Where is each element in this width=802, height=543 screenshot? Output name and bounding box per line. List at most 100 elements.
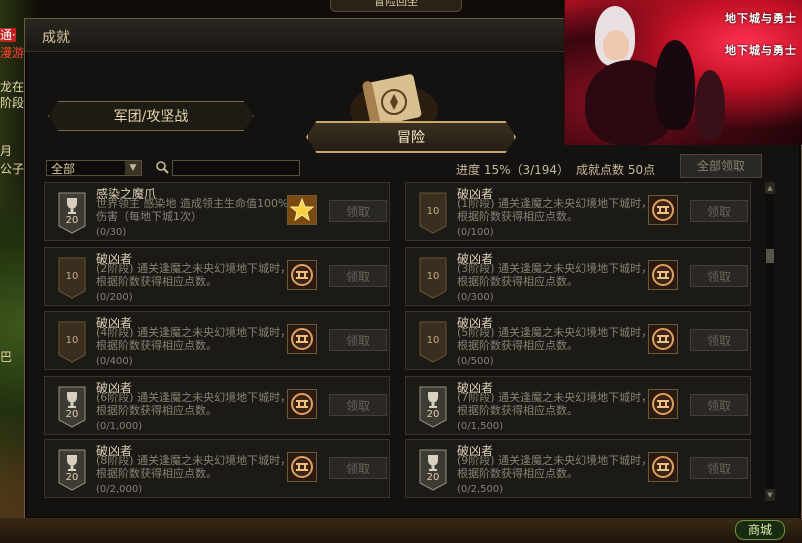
emblem-reward-icon[interactable] xyxy=(648,324,678,354)
bottom-hotbar xyxy=(0,518,802,543)
achievement-card: 10 破凶者 (5阶段) 通关逢魔之未央幻境地下城时，根据阶数获得相应点数。 (0/5… xyxy=(405,311,751,370)
badge-points: 20 xyxy=(65,472,79,483)
top-dungeon-title: 冒险回坐 xyxy=(330,0,462,12)
achievement-description: 世界领主 感染地 造成领主生命值100%伤害（每地下城1次） xyxy=(96,197,289,223)
claim-all-button[interactable]: 全部领取 xyxy=(680,154,762,178)
achievement-progress: (0/2,000) xyxy=(96,484,143,495)
trophy-badge-icon: 20 xyxy=(58,192,86,234)
emblem-reward-icon[interactable] xyxy=(648,195,678,225)
badge-points: 20 xyxy=(426,472,440,483)
achievement-card: 20 感染之魔爪 世界领主 感染地 造成领主生命值100%伤害（每地下城1次） (0/… xyxy=(44,182,390,241)
shop-button[interactable]: 商城 xyxy=(735,520,785,540)
emblem-reward-icon[interactable] xyxy=(287,389,317,419)
claim-button[interactable]: 领取 xyxy=(329,329,387,351)
badge-points: 20 xyxy=(65,215,79,226)
search-input[interactable] xyxy=(172,160,300,176)
achievement-description: (2阶段) 通关逢魔之未央幻境地下城时，根据阶数获得相应点数。 xyxy=(96,262,292,288)
achievement-card: 20 破凶者 (9阶段) 通关逢魔之未央幻境地下城时，根据阶数获得相应点数。 (0/2… xyxy=(405,439,751,498)
claim-button[interactable]: 领取 xyxy=(690,265,748,287)
star-reward-icon[interactable] xyxy=(287,195,317,225)
achievement-progress: (0/200) xyxy=(96,292,133,303)
emblem-reward-icon[interactable] xyxy=(287,260,317,290)
banner-character-2 xyxy=(655,40,695,130)
emblem-reward-icon[interactable] xyxy=(648,260,678,290)
badge-points: 20 xyxy=(426,409,440,420)
scrollbar-thumb[interactable] xyxy=(766,249,774,263)
banner-logo-1: 地下城与勇士 xyxy=(725,12,797,25)
claim-button[interactable]: 领取 xyxy=(329,200,387,222)
achievement-progress: (0/500) xyxy=(457,356,494,367)
point-badge-icon: 10 xyxy=(58,321,86,363)
achievement-description: (4阶段) 通关逢魔之未央幻境地下城时，根据阶数获得相应点数。 xyxy=(96,326,292,352)
category-select-value: 全部 xyxy=(51,162,76,176)
badge-points: 10 xyxy=(65,271,79,282)
filter-bar: 全部 ▼ 进度 15%（3/194） 成就点数 50点 全部领取 xyxy=(46,154,762,180)
tab-legion-raid[interactable]: 军团/攻坚战 xyxy=(48,101,254,131)
achievement-card: 20 破凶者 (7阶段) 通关逢魔之未央幻境地下城时，根据阶数获得相应点数。 (0/1… xyxy=(405,376,751,435)
achievement-card: 10 破凶者 (4阶段) 通关逢魔之未央幻境地下城时，根据阶数获得相应点数。 (0/4… xyxy=(44,311,390,370)
point-badge-icon: 10 xyxy=(58,257,86,299)
progress-text: 进度 15%（3/194） xyxy=(456,163,570,177)
emblem-reward-icon[interactable] xyxy=(287,324,317,354)
achievement-progress: (0/100) xyxy=(457,227,494,238)
achievement-description: (3阶段) 通关逢魔之未央幻境地下城时，根据阶数获得相应点数。 xyxy=(457,262,653,288)
left-hud-text-4: 阶段 xyxy=(0,96,25,110)
left-hud-text-2: 漫游 xyxy=(0,46,25,60)
achievement-description: (9阶段) 通关逢魔之未央幻境地下城时，根据阶数获得相应点数。 xyxy=(457,454,653,480)
emblem-reward-icon[interactable] xyxy=(648,389,678,419)
chevron-down-icon[interactable]: ▼ xyxy=(125,161,141,175)
achievement-description: (1阶段) 通关逢魔之未央幻境地下城时，根据阶数获得相应点数。 xyxy=(457,197,653,223)
claim-button[interactable]: 领取 xyxy=(690,329,748,351)
trophy-badge-icon: 20 xyxy=(58,386,86,428)
left-hud-text-7: 巴 xyxy=(0,350,13,364)
achievement-card: 10 破凶者 (2阶段) 通关逢魔之未央幻境地下城时，根据阶数获得相应点数。 (0/2… xyxy=(44,247,390,306)
scroll-up-icon[interactable]: ▲ xyxy=(765,182,775,194)
claim-button[interactable]: 领取 xyxy=(690,394,748,416)
claim-button[interactable]: 领取 xyxy=(690,457,748,479)
left-hud-text-6: 公子 xyxy=(0,162,25,176)
achievement-points: 成就点数 50点 xyxy=(576,163,656,177)
window-title: 成就 xyxy=(42,30,70,46)
point-badge-icon: 10 xyxy=(419,257,447,299)
search-icon[interactable] xyxy=(155,160,169,174)
trophy-badge-icon: 20 xyxy=(419,386,447,428)
tab-adventure[interactable]: 冒险 xyxy=(306,121,516,153)
emblem-reward-icon[interactable] xyxy=(287,452,317,482)
claim-button[interactable]: 领取 xyxy=(690,200,748,222)
achievement-description: (8阶段) 通关逢魔之未央幻境地下城时，根据阶数获得相应点数。 xyxy=(96,454,292,480)
claim-button[interactable]: 领取 xyxy=(329,394,387,416)
achievement-progress: (0/2,500) xyxy=(457,484,504,495)
scroll-down-icon[interactable]: ▼ xyxy=(765,489,775,501)
badge-points: 10 xyxy=(426,206,440,217)
achievement-description: (6阶段) 通关逢魔之未央幻境地下城时，根据阶数获得相应点数。 xyxy=(96,391,292,417)
category-select[interactable]: 全部 ▼ xyxy=(46,160,142,176)
achievement-progress: (0/400) xyxy=(96,356,133,367)
achievement-description: (5阶段) 通关逢魔之未央幻境地下城时，根据阶数获得相应点数。 xyxy=(457,326,653,352)
achievement-progress: (0/1,000) xyxy=(96,421,143,432)
achievement-progress: (0/30) xyxy=(96,227,127,238)
left-hud-text-5: 月 xyxy=(0,144,13,158)
badge-points: 10 xyxy=(426,271,440,282)
achievement-progress: (0/300) xyxy=(457,292,494,303)
claim-button[interactable]: 领取 xyxy=(329,265,387,287)
badge-points: 10 xyxy=(65,335,79,346)
left-hud-text-1: 通· xyxy=(0,28,16,42)
achievement-description: (7阶段) 通关逢魔之未央幻境地下城时，根据阶数获得相应点数。 xyxy=(457,391,653,417)
achievement-card: 10 破凶者 (1阶段) 通关逢魔之未央幻境地下城时，根据阶数获得相应点数。 (0/1… xyxy=(405,182,751,241)
scrollbar-track[interactable] xyxy=(765,182,775,502)
claim-button[interactable]: 领取 xyxy=(329,457,387,479)
achievement-card: 10 破凶者 (3阶段) 通关逢魔之未央幻境地下城时，根据阶数获得相应点数。 (0/3… xyxy=(405,247,751,306)
promo-banner[interactable]: 地下城与勇士 地下城与勇士 xyxy=(564,0,802,145)
banner-character-face xyxy=(603,30,629,60)
trophy-badge-icon: 20 xyxy=(58,449,86,491)
banner-logo-2: 地下城与勇士 xyxy=(725,44,797,57)
point-badge-icon: 10 xyxy=(419,321,447,363)
badge-points: 10 xyxy=(426,335,440,346)
point-badge-icon: 10 xyxy=(419,192,447,234)
achievement-progress: (0/1,500) xyxy=(457,421,504,432)
banner-character-3 xyxy=(695,70,725,140)
badge-points: 20 xyxy=(65,409,79,420)
trophy-badge-icon: 20 xyxy=(419,449,447,491)
achievement-card: 20 破凶者 (8阶段) 通关逢魔之未央幻境地下城时，根据阶数获得相应点数。 (0/2… xyxy=(44,439,390,498)
emblem-reward-icon[interactable] xyxy=(648,452,678,482)
